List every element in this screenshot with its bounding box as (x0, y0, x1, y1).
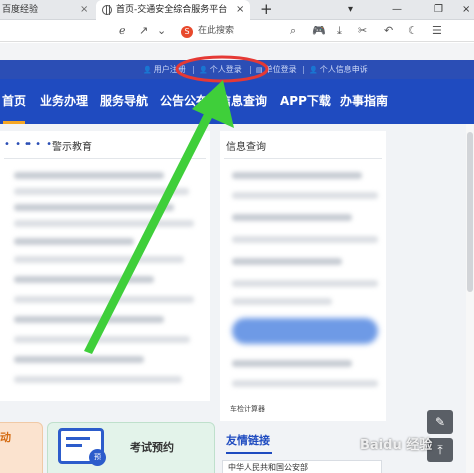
top-link-divider (193, 66, 194, 74)
form-field[interactable] (232, 236, 378, 243)
orange-service-card[interactable] (0, 422, 43, 473)
section-dots-icon: • • • (24, 139, 54, 150)
friend-links-underline (226, 452, 272, 454)
dark-mode-icon[interactable]: ☾ (408, 23, 418, 39)
list-item[interactable] (14, 336, 190, 343)
nav-item-app-download[interactable]: APP下载 (280, 79, 331, 124)
top-link-divider (303, 66, 304, 74)
company-login-label: 单位登录 (264, 65, 297, 74)
person-icon: 👤 (309, 66, 318, 74)
nav-item-service-guide[interactable]: 服务导航 (100, 79, 148, 124)
tab-active-title: 首页-交通安全综合服务平台 (116, 5, 228, 15)
building-icon: ▤ (256, 66, 263, 74)
exam-booking-label: 考试预约 (130, 441, 174, 454)
form-field[interactable] (232, 298, 332, 305)
nav-item-announcements[interactable]: 公告公布 (160, 79, 208, 124)
scrollbar-thumb[interactable] (467, 132, 473, 292)
orange-card-label: 动 (0, 431, 11, 444)
nav-item-business[interactable]: 业务办理 (40, 79, 88, 124)
form-field[interactable] (232, 280, 378, 287)
tab-close-icon[interactable]: × (236, 0, 244, 20)
game-icon[interactable]: 🎮 (312, 23, 326, 39)
screenshot-root: 百度经验 × 首页-交通安全综合服务平台 × + ▾ — ❐ × ℯ ↗ ⌄ S… (0, 0, 474, 473)
nav-item-home[interactable]: 首页 (2, 79, 26, 124)
divider (4, 158, 206, 159)
edit-icon[interactable]: ✎ (427, 410, 453, 434)
share-icon[interactable]: ↗ (139, 23, 148, 39)
nav-item-guide[interactable]: 办事指南 (340, 79, 388, 124)
download-icon[interactable]: ⤓ (337, 23, 342, 39)
list-item[interactable] (14, 356, 144, 363)
window-close-icon[interactable]: × (462, 0, 470, 20)
plus-icon[interactable]: + (260, 0, 273, 20)
menu-icon[interactable]: ☰ (432, 23, 442, 39)
personal-login-link[interactable]: 👤 个人登录 (199, 60, 242, 80)
personal-login-label: 个人登录 (209, 65, 242, 74)
form-field[interactable] (232, 172, 362, 179)
form-field[interactable] (232, 360, 352, 367)
page-top-gap (0, 43, 474, 60)
search-icon[interactable]: ⌕ (290, 23, 296, 39)
compat-mode-icon[interactable]: ℯ (119, 23, 126, 39)
list-item[interactable] (14, 188, 189, 195)
info-appeal-label: 个人信息申诉 (319, 65, 368, 74)
form-field[interactable] (232, 214, 352, 221)
globe-icon (102, 5, 112, 15)
form-field[interactable] (232, 380, 378, 387)
friend-links-title[interactable]: 友情链接 (226, 434, 270, 448)
tab-previous-close-icon[interactable]: × (80, 0, 88, 20)
browser-toolbar (0, 20, 474, 42)
form-icon-line (66, 437, 90, 440)
list-item[interactable] (14, 276, 154, 283)
info-appeal-link[interactable]: 👤 个人信息申诉 (309, 60, 368, 80)
form-field[interactable] (232, 258, 342, 265)
watermark: Baidu 经验 (360, 438, 433, 453)
company-login-link[interactable]: ▤ 单位登录 (256, 60, 297, 80)
person-icon: 👤 (143, 66, 152, 74)
undo-icon[interactable]: ↶ (384, 23, 393, 39)
nav-item-info-query[interactable]: 信息查询 (219, 79, 267, 124)
list-item[interactable] (14, 256, 184, 263)
search-box[interactable]: 在此搜索 (198, 23, 234, 39)
list-item[interactable] (14, 296, 194, 303)
list-item[interactable] (14, 376, 182, 383)
minimize-icon[interactable]: — (392, 0, 402, 20)
friend-link-item[interactable]: 中华人民共和国公安部 (228, 462, 308, 473)
list-item[interactable] (14, 204, 174, 211)
list-item[interactable] (14, 238, 134, 245)
scissors-icon[interactable]: ✂ (358, 23, 367, 39)
top-link-divider (250, 66, 251, 74)
tab-active[interactable]: 首页-交通安全综合服务平台 × (96, 0, 250, 21)
warning-education-title[interactable]: 警示教育 (52, 141, 92, 155)
booking-badge-icon: 预 (89, 449, 106, 466)
register-link[interactable]: 👤 用户注册 (143, 60, 186, 80)
list-item[interactable] (14, 220, 194, 227)
person-icon: 👤 (199, 66, 208, 74)
info-query-title[interactable]: 信息查询 (226, 141, 266, 155)
register-link-label: 用户注册 (153, 65, 186, 74)
restore-icon[interactable]: ❐ (434, 0, 443, 20)
tab-list-icon[interactable]: ▾ (348, 0, 353, 20)
dropdown-icon[interactable]: ⌄ (157, 23, 166, 39)
form-icon-line (66, 444, 82, 447)
query-button[interactable] (232, 318, 378, 344)
tab-previous-title: 百度经验 (2, 5, 39, 15)
list-item[interactable] (14, 172, 164, 179)
form-field[interactable] (232, 192, 378, 199)
search-engine-icon[interactable]: S (181, 26, 193, 38)
list-item[interactable] (14, 316, 164, 323)
calculator-link[interactable]: 车检计算器 (230, 404, 265, 414)
divider (224, 158, 382, 159)
